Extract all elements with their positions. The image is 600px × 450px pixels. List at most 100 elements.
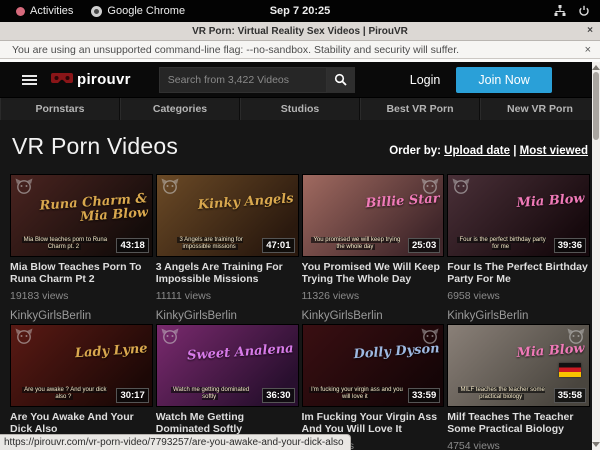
warning-close-icon[interactable]: × [585, 44, 591, 56]
thumbnail-caption: 3 Angels are training for impossible mis… [163, 237, 258, 251]
nav-item-categories[interactable]: Categories [120, 98, 240, 120]
video-duration-badge: 39:36 [554, 238, 586, 253]
video-card[interactable]: Billie Star You promised we will keep tr… [302, 174, 445, 322]
video-studio-link[interactable]: KinkyGirlsBerlin [447, 310, 590, 322]
thumbnail-caption: Are you awake ? And your dick also ? [17, 387, 112, 401]
video-duration-badge: 36:30 [262, 388, 294, 403]
nav-item-pornstars[interactable]: Pornstars [0, 98, 120, 120]
video-grid: Runa Charm & Mia Blow Mia Blow teaches p… [10, 174, 590, 450]
video-card[interactable]: Lady Lyne Are you awake ? And your dick … [10, 324, 153, 450]
video-view-count: 11326 views [302, 290, 445, 302]
thumbnail-performer-name: Runa Charm & Mia Blow [10, 192, 148, 229]
video-thumbnail[interactable]: Kinky Angels 3 Angels are training for i… [156, 174, 299, 257]
thumbnail-caption: Mia Blow teaches porn to Runa Charm pt. … [17, 237, 112, 251]
notification-dot-icon [16, 7, 25, 16]
video-view-count: 6958 views [447, 290, 590, 302]
video-card[interactable]: Sweet Analena Watch me getting dominated… [156, 324, 299, 450]
content-area: VR Porn Videos Order by: Upload date | M… [0, 133, 600, 450]
video-title-link[interactable]: Im Fucking Your Virgin Ass And You Will … [302, 411, 445, 435]
video-view-count: 11111 views [156, 290, 299, 302]
video-thumbnail[interactable]: Sweet Analena Watch me getting dominated… [156, 324, 299, 407]
thumbnail-performer-name: Lady Lyne [11, 342, 148, 366]
video-duration-badge: 35:58 [554, 388, 586, 403]
page-title: VR Porn Videos [12, 133, 178, 160]
nav-item-best-vr-porn[interactable]: Best VR Porn [360, 98, 480, 120]
german-flag-icon [559, 363, 581, 377]
video-duration-badge: 47:01 [262, 238, 294, 253]
browser-title-bar: VR Porn: Virtual Reality Sex Videos | Pi… [0, 22, 600, 41]
cat-mask-logo-icon [15, 178, 33, 194]
site-header: pirouvr Login Join Now [0, 62, 600, 97]
video-thumbnail[interactable]: Billie Star You promised we will keep tr… [302, 174, 445, 257]
cat-mask-logo-icon [161, 328, 179, 344]
site-logo-text: pirouvr [77, 71, 131, 88]
video-thumbnail[interactable]: Mia Blow Four is the perfect birthday pa… [447, 174, 590, 257]
video-card[interactable]: Mia Blow Four is the perfect birthday pa… [447, 174, 590, 322]
thumbnail-caption: I'm fucking your virgin ass and you will… [309, 387, 404, 401]
main-nav: PornstarsCategoriesStudiosBest VR PornNe… [0, 97, 600, 120]
power-icon[interactable] [578, 5, 590, 17]
thumbnail-performer-name: Billie Star [302, 192, 439, 216]
thumbnail-performer-name: Mia Blow [448, 192, 585, 216]
video-thumbnail[interactable]: Dolly Dyson I'm fucking your virgin ass … [302, 324, 445, 407]
video-duration-badge: 43:18 [116, 238, 148, 253]
tab-close-icon[interactable]: × [587, 22, 593, 40]
thumbnail-caption: Watch me getting dominated softly [163, 387, 258, 401]
video-card[interactable]: Mia Blow MILF teaches the teacher some p… [447, 324, 590, 450]
activities-label: Activities [30, 5, 73, 17]
video-thumbnail[interactable]: Lady Lyne Are you awake ? And your dick … [10, 324, 153, 407]
vr-goggles-icon [51, 73, 73, 86]
login-link[interactable]: Login [410, 73, 441, 87]
video-studio-link[interactable]: KinkyGirlsBerlin [156, 310, 299, 322]
site-logo[interactable]: pirouvr [51, 71, 131, 88]
activities-button[interactable]: Activities [10, 0, 79, 22]
search-icon [334, 73, 347, 86]
nav-item-studios[interactable]: Studios [240, 98, 360, 120]
hamburger-menu-icon[interactable] [22, 73, 37, 87]
video-card[interactable]: Dolly Dyson I'm fucking your virgin ass … [302, 324, 445, 450]
order-most-viewed-link[interactable]: Most viewed [520, 145, 588, 157]
video-view-count: 4754 views [447, 440, 590, 450]
join-now-button[interactable]: Join Now [456, 67, 551, 93]
warning-message: You are using an unsupported command-lin… [12, 44, 459, 56]
video-view-count: 19183 views [10, 290, 153, 302]
thumbnail-performer-name: Kinky Angels [156, 192, 293, 216]
video-title-link[interactable]: 3 Angels Are Training For Impossible Mis… [156, 261, 299, 285]
video-thumbnail[interactable]: Runa Charm & Mia Blow Mia Blow teaches p… [10, 174, 153, 257]
cat-mask-logo-icon [15, 328, 33, 344]
thumbnail-performer-name: Sweet Analena [156, 342, 293, 366]
chrome-warning-bar: You are using an unsupported command-lin… [0, 41, 600, 59]
video-title-link[interactable]: Four Is The Perfect Birthday Party For M… [447, 261, 590, 285]
video-title-link[interactable]: Mia Blow Teaches Porn To Runa Charm Pt 2 [10, 261, 153, 285]
order-upload-date-link[interactable]: Upload date [444, 145, 510, 157]
browser-scrollbar[interactable] [592, 62, 600, 450]
app-menu-label: Google Chrome [107, 5, 185, 17]
search-button[interactable] [327, 67, 355, 93]
video-title-link[interactable]: Are You Awake And Your Dick Also [10, 411, 153, 435]
scrollbar-down-arrow-icon[interactable] [592, 442, 600, 447]
video-studio-link[interactable]: KinkyGirlsBerlin [10, 310, 153, 322]
video-title-link[interactable]: You Promised We Will Keep Trying The Who… [302, 261, 445, 285]
video-studio-link[interactable]: KinkyGirlsBerlin [302, 310, 445, 322]
video-title-link[interactable]: Watch Me Getting Dominated Softly [156, 411, 299, 435]
video-card[interactable]: Kinky Angels 3 Angels are training for i… [156, 174, 299, 322]
order-by: Order by: Upload date | Most viewed [389, 145, 588, 157]
nav-item-new-vr-porn[interactable]: New VR Porn [480, 98, 600, 120]
order-by-label: Order by: [389, 145, 441, 157]
cat-mask-logo-icon [452, 178, 470, 194]
thumbnail-performer-name: Dolly Dyson [302, 342, 439, 366]
video-duration-badge: 30:17 [116, 388, 148, 403]
scrollbar-up-arrow-icon[interactable] [592, 65, 600, 70]
video-title-link[interactable]: Milf Teaches The Teacher Some Practical … [447, 411, 590, 435]
cat-mask-logo-icon [161, 178, 179, 194]
network-icon[interactable] [554, 5, 566, 17]
video-duration-badge: 33:59 [408, 388, 440, 403]
app-menu-google-chrome[interactable]: Google Chrome [85, 0, 191, 22]
tab-title: VR Porn: Virtual Reality Sex Videos | Pi… [192, 26, 408, 37]
video-card[interactable]: Runa Charm & Mia Blow Mia Blow teaches p… [10, 174, 153, 322]
video-thumbnail[interactable]: Mia Blow MILF teaches the teacher some p… [447, 324, 590, 407]
search-input[interactable] [159, 67, 327, 93]
scrollbar-thumb[interactable] [593, 72, 599, 140]
chrome-icon [91, 6, 102, 17]
thumbnail-caption: MILF teaches the teacher some practical … [454, 387, 549, 401]
